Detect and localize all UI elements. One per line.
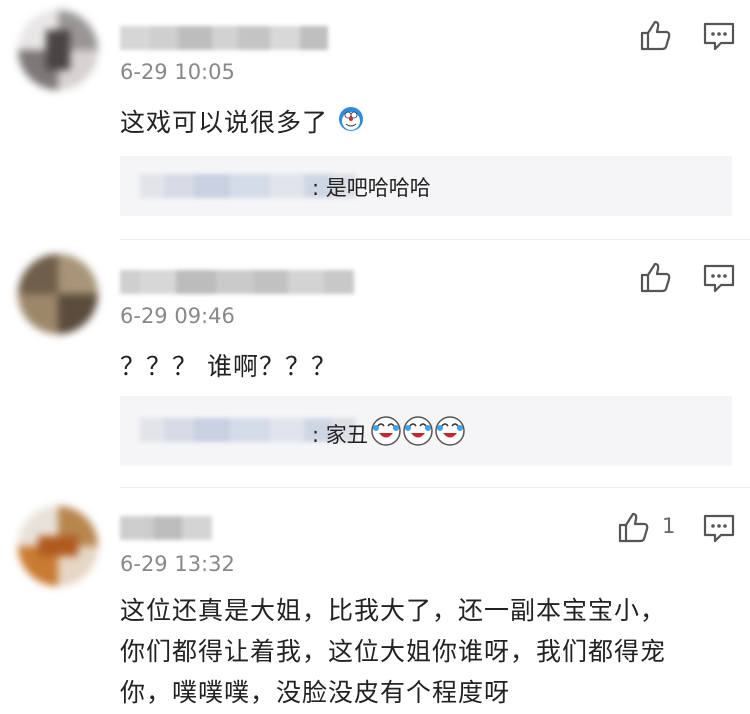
avatar[interactable] xyxy=(18,506,98,586)
thumbs-up-icon xyxy=(640,262,671,293)
comment-text: 这戏可以说很多了 xyxy=(120,102,365,145)
comment-time: 6-29 13:32 xyxy=(120,552,235,576)
comment-text-line: 这位还真是大姐，比我大了，还一副本宝宝小， xyxy=(120,596,667,625)
comment-item: 6-29 13:32 1 这位还真是大姐，比我大了，还一副本宝宝小， 你们都得让… xyxy=(0,488,750,714)
comment-item: 6-29 09:46 ？？？ 谁啊？？？ : 家丑 xyxy=(0,240,750,488)
comment-icon xyxy=(703,264,735,293)
like-button[interactable] xyxy=(616,510,650,544)
thumbs-up-icon xyxy=(640,20,671,51)
reply-text: : 是吧哈哈哈 xyxy=(312,176,431,200)
reply-text: : 家丑 xyxy=(312,414,466,453)
reply-button[interactable] xyxy=(702,20,736,54)
comment-text-line: 你们都得让着我，这位大姐你谁呀，我们都得宠 xyxy=(120,637,667,666)
laughing-emoji xyxy=(370,414,466,453)
comment-time: 6-29 09:46 xyxy=(120,304,235,328)
comment-text: ？？？ 谁啊？？？ xyxy=(120,352,337,381)
like-button[interactable] xyxy=(638,260,672,294)
comment-text: 这位还真是大姐，比我大了，还一副本宝宝小， 你们都得让着我，这位大姐你谁呀，我们… xyxy=(120,590,740,713)
comment-icon xyxy=(703,514,735,543)
avatar[interactable] xyxy=(18,254,98,334)
like-count: 1 xyxy=(662,514,676,538)
comment-text-line: 你，噗噗噗，没脸没皮有个程度呀 xyxy=(120,678,511,707)
comment-time: 6-29 10:05 xyxy=(120,60,235,84)
comment-item: 6-29 10:05 这戏可以说很多了: 是吧哈哈哈 xyxy=(0,0,750,240)
comment-icon xyxy=(703,22,735,51)
username[interactable] xyxy=(120,516,212,540)
reply-button[interactable] xyxy=(702,512,736,546)
reply-box[interactable]: : 家丑 xyxy=(120,396,732,466)
username[interactable] xyxy=(120,26,328,50)
avatar[interactable] xyxy=(18,10,98,90)
username[interactable] xyxy=(120,270,354,294)
like-button[interactable] xyxy=(638,18,672,52)
thumbs-up-icon xyxy=(618,512,649,543)
reply-box[interactable]: : 是吧哈哈哈 xyxy=(120,156,732,216)
reply-button[interactable] xyxy=(702,262,736,296)
doraemon-emoji xyxy=(337,104,365,145)
